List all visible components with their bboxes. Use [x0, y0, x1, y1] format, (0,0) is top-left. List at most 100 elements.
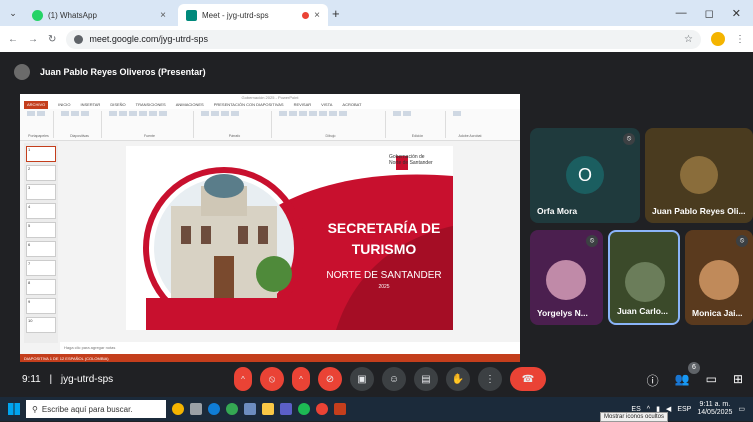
spotify-icon[interactable] [298, 403, 310, 415]
chrome-icon[interactable] [316, 403, 328, 415]
maximize-icon[interactable]: ◻ [705, 7, 714, 20]
present-screen-button[interactable]: ▣ [350, 367, 374, 391]
ribbon-group: Párrafo [198, 111, 272, 138]
ppt-tab: REVISAR [293, 102, 312, 107]
clock[interactable]: 9:11 a. m. 14/05/2025 [697, 401, 732, 417]
raise-hand-button[interactable]: ✋ [446, 367, 470, 391]
ribbon-group: Edición [390, 111, 446, 138]
forward-icon[interactable]: → [28, 34, 38, 45]
tab-meet[interactable]: Meet - jyg-utrd-sps × [178, 4, 328, 26]
reload-icon[interactable]: ↻ [48, 34, 56, 45]
chrome-like-icon[interactable] [226, 403, 238, 415]
url-field[interactable]: meet.google.com/jyg-utrd-sps ☆ [66, 29, 701, 49]
participant-tile[interactable]: ⦸ Yorgelys N... [530, 230, 603, 325]
more-options-button[interactable]: ⋮ [478, 367, 502, 391]
captions-icon: ▤ [421, 373, 431, 385]
slide-thumbnail: 6 [26, 241, 56, 257]
ppt-tab: ANIMACIONES [175, 102, 204, 107]
video-options-button[interactable]: ^ [292, 367, 310, 391]
windows-start-icon[interactable] [8, 403, 20, 415]
participant-tile[interactable]: ⦸ Monica Jai... [685, 230, 753, 325]
activities-icon[interactable]: ⊞ [733, 372, 743, 389]
new-tab-button[interactable]: + [332, 6, 340, 21]
ppt-ribbon: Portapapeles Diapositivas Fuente Párrafo… [20, 109, 520, 141]
powerpoint-icon[interactable] [334, 403, 346, 415]
avatar: O [566, 156, 604, 194]
keyboard-indicator[interactable]: ESP [677, 406, 691, 413]
close-window-icon[interactable]: ✕ [732, 7, 741, 20]
meeting-info: 9:11 | jyg-utrd-sps [22, 374, 113, 385]
slide-title-line2: TURISMO [351, 241, 417, 257]
camera-off-icon: ⊘ [325, 373, 335, 385]
slide-logo-text: Gobernación de Norte de Santander [389, 154, 433, 166]
info-icon[interactable]: ⓘ [647, 372, 659, 389]
clock-time: 9:11 a. m. [699, 401, 731, 408]
call-controls: ^ ⦸ ^ ⊘ ▣ ☺ ▤ ✋ ⋮ ☎ [234, 367, 546, 391]
shared-screen: Gobernación 2025 - PowerPoint ARCHIVO IN… [20, 94, 520, 362]
url-text: meet.google.com/jyg-utrd-sps [89, 34, 208, 44]
search-placeholder: Escribe aquí para buscar. [41, 404, 133, 414]
audio-options-button[interactable]: ^ [234, 367, 252, 391]
slide-thumbnail: 9 [26, 298, 56, 314]
ribbon-group: Portapapeles [24, 111, 54, 138]
taskbar-search-box[interactable]: ⚲ Escribe aquí para buscar. [26, 400, 166, 418]
recording-icon [302, 11, 310, 19]
browser-tab-bar: ⌄ (1) WhatsApp × Meet - jyg-utrd-sps × +… [0, 0, 753, 26]
captions-button[interactable]: ▤ [414, 367, 438, 391]
ppt-ribbon-tabs: ARCHIVO INICIO INSERTAR DISEÑO TRANSICIO… [20, 101, 520, 109]
avatar [546, 260, 586, 300]
task-view-icon[interactable] [190, 403, 202, 415]
participant-tile[interactable]: O ⦸ Orfa Mora [530, 128, 640, 223]
close-tab-icon[interactable]: × [160, 10, 166, 21]
site-info-icon[interactable] [74, 34, 84, 44]
notifications-icon[interactable]: ▭ [738, 405, 745, 413]
participant-name: Juan Carlo... [617, 306, 669, 316]
meeting-time: 9:11 [22, 374, 41, 385]
widget-icon[interactable] [172, 403, 184, 415]
meeting-separator: | [49, 374, 53, 385]
ppt-tab: ACROBAT [342, 102, 362, 107]
mic-muted-icon: ⦸ [736, 235, 748, 247]
hang-up-icon: ☎ [521, 373, 535, 385]
clock-date: 14/05/2025 [697, 409, 733, 416]
slide-subtitle: NORTE DE SANTANDER [326, 270, 442, 281]
edge-icon[interactable] [208, 403, 220, 415]
leave-call-button[interactable]: ☎ [510, 367, 546, 391]
avatar [680, 156, 718, 194]
more-icon: ⋮ [485, 373, 495, 385]
file-explorer-icon[interactable] [262, 403, 274, 415]
slide-thumbnail: 7 [26, 260, 56, 276]
teams-icon[interactable] [280, 403, 292, 415]
ppt-tab: DISEÑO [110, 102, 126, 107]
store-icon[interactable] [244, 403, 256, 415]
participant-tile[interactable]: Juan Carlo... [608, 230, 680, 325]
reactions-button[interactable]: ☺ [382, 367, 406, 391]
profile-avatar[interactable] [711, 32, 725, 46]
participant-name: Monica Jai... [692, 308, 743, 318]
slide-title: SECRETARÍA DE TURISMO [322, 218, 446, 260]
bookmark-star-icon[interactable]: ☆ [684, 34, 693, 45]
slide-thumbnail: 10 [26, 317, 56, 333]
minimize-icon[interactable]: — [676, 7, 687, 20]
meet-icon [186, 9, 197, 21]
ribbon-group: Fuente [106, 111, 194, 138]
close-tab-icon[interactable]: × [314, 10, 320, 21]
ppt-tab: ARCHIVO [24, 101, 49, 109]
participant-tile[interactable]: Juan Pablo Reyes Oli... [645, 128, 753, 223]
chat-icon[interactable]: ▭ [706, 372, 717, 389]
camera-toggle-button[interactable]: ⊘ [318, 367, 342, 391]
menu-icon[interactable]: ⋮ [735, 34, 745, 45]
avatar [625, 262, 665, 302]
address-bar-row: ← → ↻ meet.google.com/jyg-utrd-sps ☆ ⋮ [0, 26, 753, 52]
tab-whatsapp[interactable]: (1) WhatsApp × [24, 4, 174, 26]
avatar-initial: O [577, 164, 592, 185]
search-icon: ⚲ [32, 404, 38, 414]
slide-thumbnail: 3 [26, 184, 56, 200]
slide-thumbnails: 1 2 3 4 5 6 7 8 9 10 [24, 143, 58, 343]
tab-search-icon[interactable]: ⌄ [6, 8, 20, 19]
mic-toggle-button[interactable]: ⦸ [260, 367, 284, 391]
back-icon[interactable]: ← [8, 34, 18, 45]
people-icon[interactable]: 👥 [675, 372, 690, 389]
slide-thumbnail: 4 [26, 203, 56, 219]
slide-thumbnail: 1 [26, 146, 56, 162]
